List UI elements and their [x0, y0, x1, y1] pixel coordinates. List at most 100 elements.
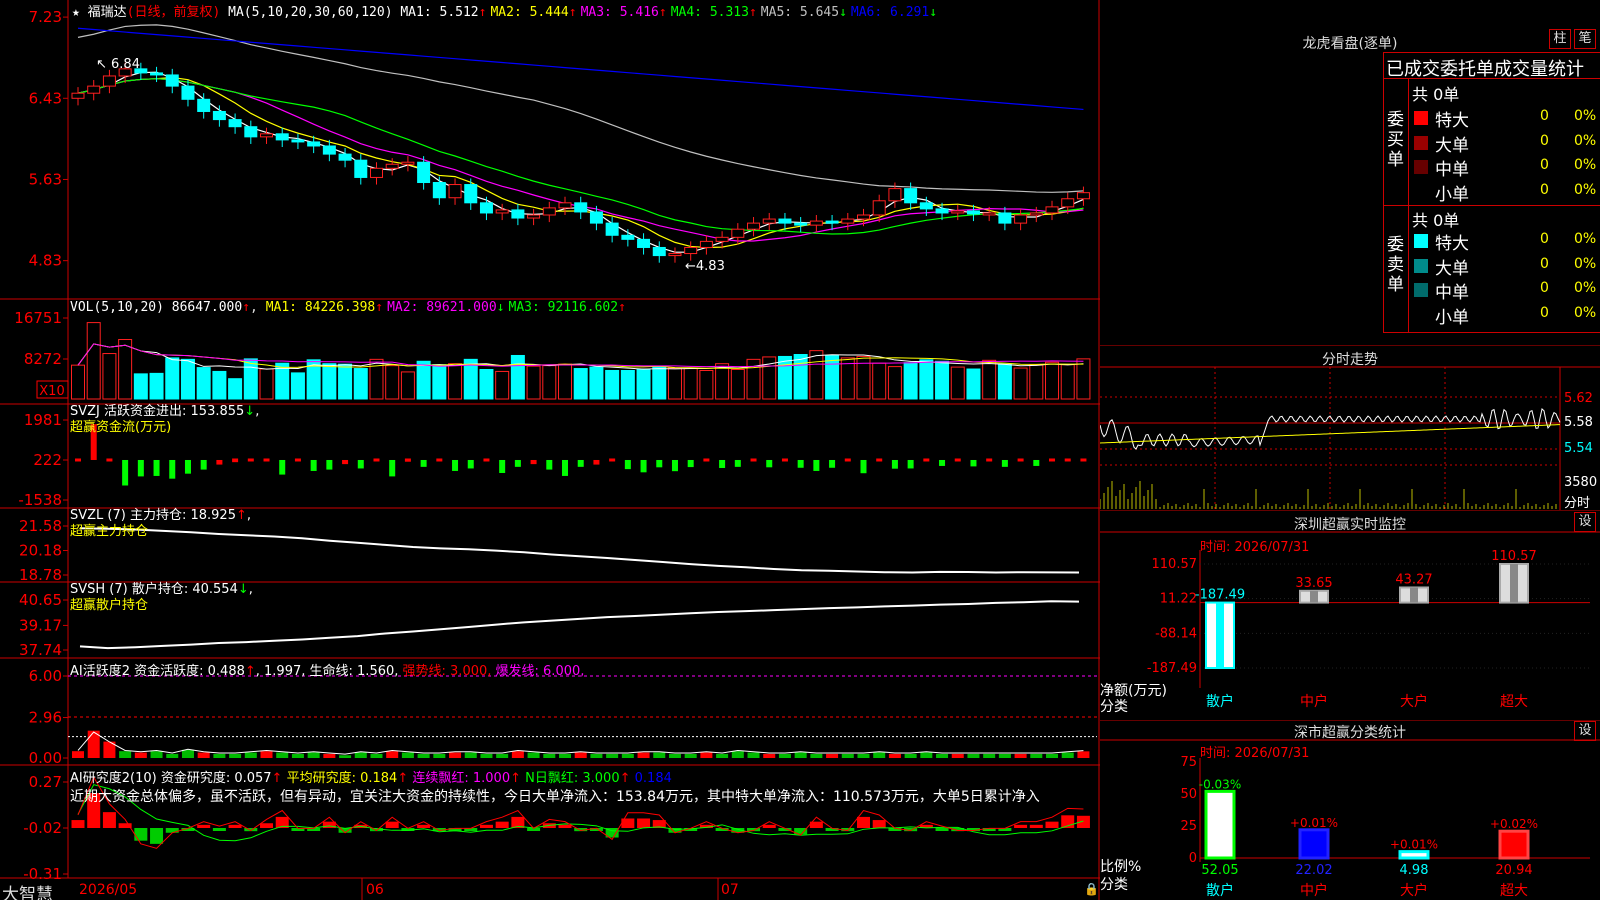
- fund-flow-bar: [75, 458, 81, 462]
- sz-bar-chart[interactable]: 110.57 11.22 -88.14 -187.49 -187.49 散户 33.65 中户…: [1100, 510, 1600, 720]
- activity-bar: [291, 753, 304, 758]
- fund-flow-bar: [216, 459, 223, 465]
- candle-body: [762, 218, 776, 224]
- volume-bar: [290, 372, 305, 400]
- volume-bar: [432, 364, 447, 400]
- activity-bar: [998, 753, 1011, 758]
- candle-body: [417, 161, 431, 184]
- fund-flow-bar: [420, 459, 427, 467]
- candle-body: [731, 228, 745, 238]
- tab-bi[interactable]: 笔: [1574, 29, 1596, 49]
- row-name: 小单: [1435, 307, 1469, 328]
- axis-label: 222: [33, 451, 62, 469]
- candle-body: [228, 119, 242, 128]
- volume-bar: [699, 369, 714, 400]
- fund-flow-bar: [1080, 458, 1087, 462]
- star-icon[interactable]: ★: [72, 5, 80, 20]
- row-name: 中单: [1435, 160, 1469, 180]
- axis-label: 4.83: [29, 252, 62, 270]
- activity-bar: [72, 751, 84, 758]
- fund-flow-bar: [122, 459, 129, 486]
- class-category-label: 超大: [1500, 883, 1528, 899]
- class-value-label: 22.02: [1295, 863, 1332, 878]
- activity-bar: [841, 753, 854, 758]
- chart-area[interactable]: 7.23 6.43 5.63 4.83 ↖ 6.84 ←4.83 16751 8272 X10 1…: [0, 0, 1100, 900]
- class-bar-chart[interactable]: 75 50 25 0 -0.03% 52.05 散户 +0.01% 22.02 中户 +0.01% 4…: [1100, 720, 1600, 900]
- fund-flow-bar: [184, 459, 191, 474]
- fund-flow-bar: [137, 459, 144, 477]
- fund-flow-bar: [546, 459, 553, 470]
- volume-bar: [1060, 364, 1075, 400]
- candle-body: [951, 210, 965, 214]
- axis-label: 20.18: [19, 542, 62, 560]
- axis-label: 2.96: [29, 709, 62, 727]
- activity-bar: [166, 753, 179, 758]
- research-bar: [260, 823, 274, 828]
- row-pct: 0%: [1574, 255, 1597, 272]
- fund-flow-bar: [357, 459, 364, 469]
- fund-flow-bar: [200, 459, 207, 470]
- activity-bar: [794, 752, 807, 758]
- ma-value-3: MA3: 5.416↑: [580, 5, 667, 20]
- activity-bar: [731, 751, 744, 758]
- research-bar: [1045, 821, 1059, 828]
- activity-bar: [260, 751, 273, 758]
- volume-bar: [1076, 358, 1091, 400]
- ma-value-6: MA6: 6.291↓: [850, 5, 938, 20]
- stock-name[interactable]: 福瑞达: [88, 5, 127, 20]
- candle-body: [621, 234, 635, 240]
- brand-logo: 大智慧: [2, 885, 53, 900]
- research-bar: [495, 821, 509, 828]
- axis-label: 6.00: [29, 667, 62, 685]
- fund-flow-bar: [640, 459, 647, 473]
- research-bar: [1029, 824, 1043, 828]
- vol-ma-2: MA2: 89621.000↓: [387, 300, 505, 315]
- research-bar: [637, 818, 651, 828]
- class-axis-label: 50: [1180, 787, 1197, 802]
- sz-axis-label: 11.22: [1160, 592, 1197, 607]
- tab-zhu[interactable]: 柱: [1549, 29, 1571, 49]
- fund-flow-bar: [1064, 458, 1071, 462]
- candle-body: [260, 133, 274, 138]
- fund-flow-bar: [813, 459, 820, 471]
- intraday-chart[interactable]: [1100, 345, 1600, 510]
- fund-flow-bar: [876, 458, 883, 462]
- row-count: 0: [1540, 108, 1549, 124]
- candle-body: [291, 139, 305, 143]
- sz-xlabel: 分类: [1100, 699, 1128, 715]
- candle-body: [998, 212, 1012, 224]
- svsh-dir: ↓: [237, 582, 249, 597]
- activity-bar: [574, 752, 587, 758]
- fund-flow-bar: [1001, 459, 1008, 467]
- activity-line: [77, 731, 1084, 755]
- volume-bar: [589, 366, 604, 400]
- fund-flow-bar: [923, 458, 930, 462]
- candle-body: [495, 209, 509, 214]
- low-price-mark: ←4.83: [685, 259, 725, 274]
- candle-body: [1045, 206, 1059, 214]
- candle-body: [369, 167, 383, 178]
- volume-bar: [966, 368, 981, 400]
- ai-active-b: , 1.997,: [255, 664, 306, 679]
- candle-body: [809, 220, 823, 226]
- svzj-title: SVZJ 活跃资金进出: 153.855: [70, 404, 245, 419]
- ai-research-d: N日飘红: 3.000: [521, 771, 620, 786]
- candle-body: [181, 85, 195, 100]
- fund-flow-bar: [562, 459, 569, 476]
- candle-body: [699, 240, 713, 248]
- candle-body: [589, 211, 603, 224]
- indicator-charts-svg[interactable]: 7.23 6.43 5.63 4.83 ↖ 6.84 ←4.83 16751 8272 X10 1…: [0, 0, 1100, 900]
- row-swatch: [1414, 184, 1428, 199]
- fund-flow-bar: [939, 459, 946, 466]
- row-name: 特大: [1435, 234, 1469, 254]
- vol-unit-label: X10: [39, 384, 64, 399]
- activity-bar: [904, 753, 917, 758]
- candle-body: [87, 85, 101, 94]
- volume-bar: [180, 358, 195, 400]
- activity-bar: [134, 752, 147, 758]
- lock-icon[interactable]: 🔒: [1084, 882, 1099, 896]
- sz-category-label: 超大: [1500, 694, 1528, 710]
- fund-flow-bar: [373, 458, 380, 462]
- class-bar: [1498, 829, 1530, 860]
- candle-body: [102, 75, 116, 87]
